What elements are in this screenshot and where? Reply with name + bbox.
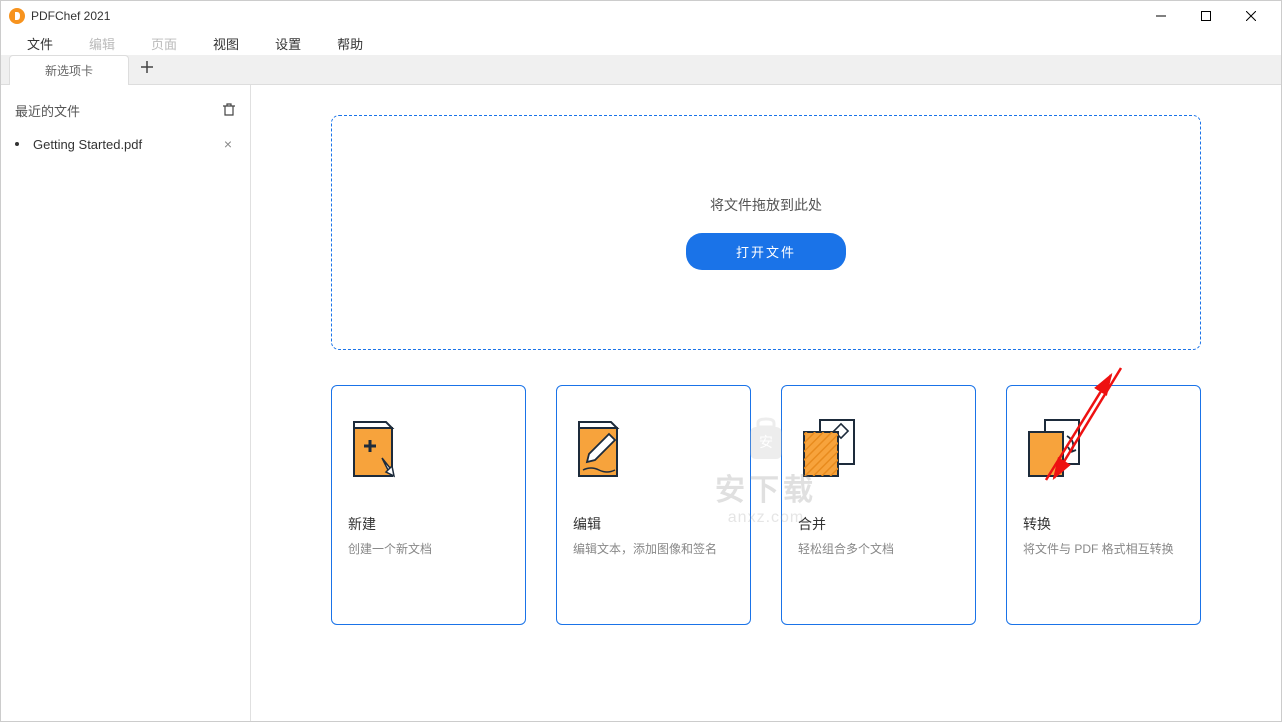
- recent-file-item[interactable]: Getting Started.pdf ×: [1, 126, 250, 162]
- card-title: 合并: [798, 514, 959, 534]
- card-desc: 将文件与 PDF 格式相互转换: [1023, 540, 1184, 558]
- card-merge[interactable]: 合并 轻松组合多个文档: [781, 385, 976, 625]
- add-tab-button[interactable]: [129, 54, 165, 84]
- card-desc: 轻松组合多个文档: [798, 540, 959, 558]
- dropzone[interactable]: 将文件拖放到此处 打开文件: [331, 115, 1201, 350]
- recent-file-name: Getting Started.pdf: [33, 137, 220, 152]
- app-icon: [9, 8, 25, 24]
- menu-file[interactable]: 文件: [9, 30, 71, 57]
- menu-edit: 编辑: [71, 30, 133, 57]
- recent-files-label: 最近的文件: [15, 101, 80, 120]
- convert-document-icon: [1023, 404, 1184, 484]
- maximize-button[interactable]: [1183, 1, 1228, 31]
- open-file-button[interactable]: 打开文件: [686, 233, 846, 270]
- app-title: PDFChef 2021: [31, 9, 1138, 23]
- tab-strip: 新选项卡: [1, 55, 1281, 85]
- card-new[interactable]: 新建 创建一个新文档: [331, 385, 526, 625]
- titlebar: PDFChef 2021: [1, 1, 1281, 31]
- card-desc: 编辑文本，添加图像和签名: [573, 540, 734, 558]
- remove-recent-icon[interactable]: ×: [220, 136, 236, 152]
- edit-document-icon: [573, 404, 734, 484]
- menu-view[interactable]: 视图: [195, 30, 257, 57]
- minimize-button[interactable]: [1138, 1, 1183, 31]
- card-edit[interactable]: 编辑 编辑文本，添加图像和签名: [556, 385, 751, 625]
- window-controls: [1138, 1, 1273, 31]
- menu-settings[interactable]: 设置: [257, 30, 319, 57]
- bullet-icon: [15, 142, 19, 146]
- action-cards: 新建 创建一个新文档 编辑 编辑文本，添加图像和签名: [331, 385, 1201, 625]
- sidebar: 最近的文件 Getting Started.pdf ×: [1, 85, 251, 721]
- card-desc: 创建一个新文档: [348, 540, 509, 558]
- dropzone-text: 将文件拖放到此处: [710, 195, 822, 215]
- menu-help[interactable]: 帮助: [319, 30, 381, 57]
- card-title: 编辑: [573, 514, 734, 534]
- trash-icon[interactable]: [222, 102, 236, 119]
- card-title: 新建: [348, 514, 509, 534]
- card-title: 转换: [1023, 514, 1184, 534]
- main-area: 最近的文件 Getting Started.pdf × 将文件拖放到此处 打开文…: [1, 85, 1281, 721]
- merge-document-icon: [798, 404, 959, 484]
- card-convert[interactable]: 转换 将文件与 PDF 格式相互转换: [1006, 385, 1201, 625]
- recent-files-header: 最近的文件: [1, 95, 250, 126]
- new-document-icon: [348, 404, 509, 484]
- menubar: 文件 编辑 页面 视图 设置 帮助: [1, 31, 1281, 55]
- tab-new[interactable]: 新选项卡: [9, 55, 129, 85]
- menu-page: 页面: [133, 30, 195, 57]
- close-button[interactable]: [1228, 1, 1273, 31]
- content-area: 将文件拖放到此处 打开文件 安 安下载 anxz.com: [251, 85, 1281, 721]
